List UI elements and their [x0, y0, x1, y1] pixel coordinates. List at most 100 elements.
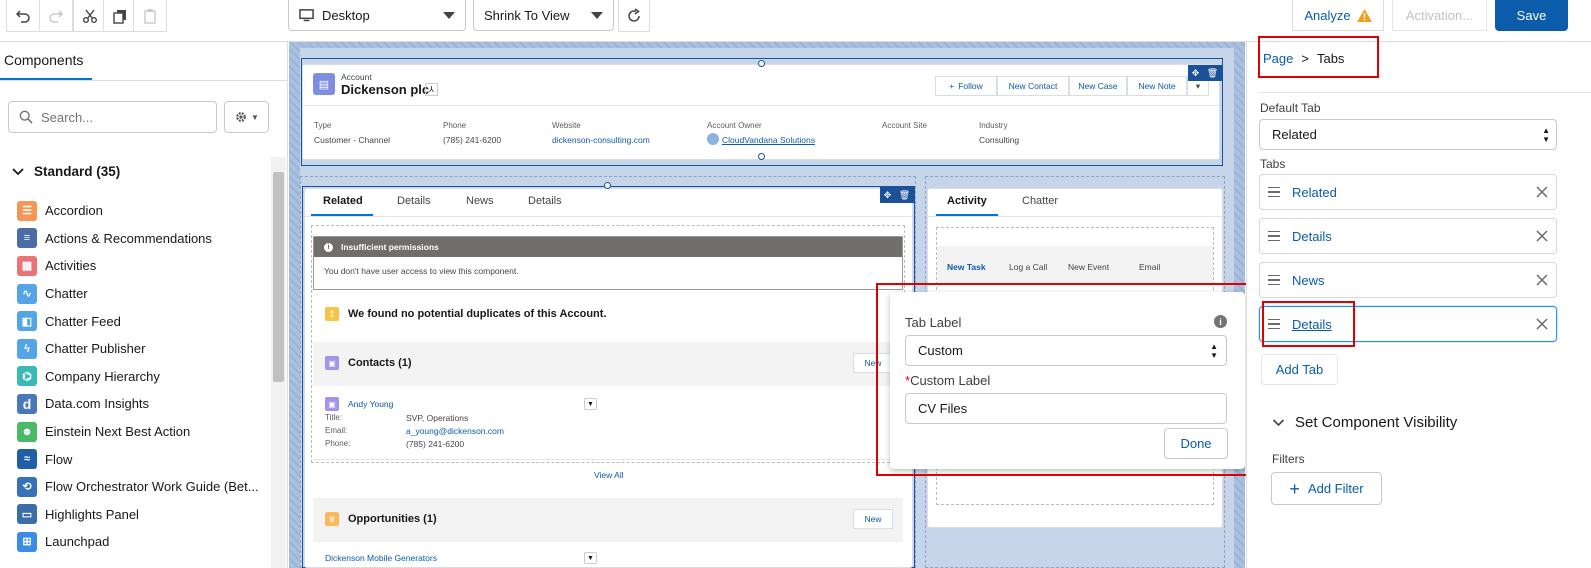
contact-icon: ▣ [325, 356, 339, 370]
tab-row-label: Related [1292, 184, 1337, 200]
drag-handle-icon[interactable] [1268, 275, 1280, 285]
contact-name-link[interactable]: Andy Young [348, 399, 393, 409]
opportunity-link[interactable]: Dickenson Mobile Generators [325, 553, 437, 563]
email-tab[interactable]: Email [1139, 262, 1160, 272]
analyze-button[interactable]: Analyze [1292, 0, 1384, 31]
hierarchy-icon: ⌬ [17, 366, 37, 387]
close-icon[interactable] [1534, 272, 1550, 288]
component-item-flow[interactable]: ≈ Flow [17, 445, 269, 473]
record-type: Account [341, 72, 372, 82]
annotation-highlight [1262, 301, 1355, 347]
close-icon[interactable] [1534, 316, 1550, 332]
component-handle[interactable]: ✥ 🗑 [1188, 65, 1222, 81]
component-item-chatter[interactable]: ∿ Chatter [17, 280, 269, 308]
hierarchy-icon[interactable]: ⅄ [425, 83, 438, 96]
tab-row-news[interactable]: News [1259, 262, 1557, 298]
drag-handle-icon[interactable] [1268, 187, 1280, 197]
component-item-accordion[interactable]: ☰ Accordion [17, 197, 269, 225]
tab-components-label: Components [4, 52, 84, 68]
activation-label: Activation... [1405, 7, 1474, 23]
scrollbar-thumb[interactable] [273, 172, 284, 382]
component-item-einstein-nba[interactable]: ☻ Einstein Next Best Action [17, 418, 269, 446]
account-icon: ▤ [313, 73, 335, 95]
copy-button[interactable] [103, 0, 137, 32]
device-select[interactable]: Desktop [288, 0, 466, 31]
tab-details[interactable]: Details [397, 195, 431, 207]
activation-button[interactable]: Activation... [1392, 0, 1487, 31]
undo-button[interactable] [6, 0, 40, 32]
drag-handle-icon[interactable] [1268, 231, 1280, 241]
tab-components[interactable]: Components [0, 42, 92, 80]
close-icon[interactable] [1534, 228, 1550, 244]
component-item-launchpad[interactable]: ⊞ Launchpad [17, 528, 269, 556]
new-event-tab[interactable]: New Event [1068, 262, 1109, 272]
new-contact-button[interactable]: New Contact [997, 76, 1069, 96]
tab-details-2[interactable]: Details [528, 195, 562, 207]
permission-notice: i Insufficient permissions You don't hav… [313, 236, 903, 290]
tab-news[interactable]: News [466, 195, 494, 207]
opportunity-row-menu[interactable]: ▼ [584, 552, 597, 564]
tab-chatter[interactable]: Chatter [1022, 195, 1058, 207]
zoom-select[interactable]: Shrink To View [473, 0, 614, 31]
opportunities-new-button[interactable]: New [853, 509, 893, 529]
highlights-panel[interactable]: ▤ Account Dickenson plc ⅄ + Follow New Co… [302, 64, 1220, 160]
component-item-datacom-insights[interactable]: d Data.com Insights [17, 390, 269, 418]
visibility-section-toggle[interactable]: Set Component Visibility [1272, 414, 1457, 431]
tabs-component[interactable]: Related Details News Details i Insuffici… [304, 188, 913, 568]
component-item-highlights-panel[interactable]: ▭ Highlights Panel [17, 501, 269, 529]
save-label: Save [1516, 8, 1547, 23]
new-task-tab[interactable]: New Task [947, 262, 986, 272]
redo-button[interactable] [39, 0, 73, 32]
refresh-button[interactable] [618, 0, 650, 32]
components-search-input[interactable]: Search... [8, 101, 217, 133]
resize-handle[interactable] [758, 153, 765, 160]
add-tab-button[interactable]: Add Tab [1261, 354, 1338, 385]
component-item-chatter-feed[interactable]: ◧ Chatter Feed [17, 307, 269, 335]
components-panel: Components Search... ▼ Standard (35) ☰ Ac… [0, 42, 288, 568]
chevron-down-icon: ▼ [587, 554, 594, 562]
component-item-chatter-publisher[interactable]: ϟ Chatter Publisher [17, 335, 269, 363]
paste-button[interactable] [133, 0, 167, 32]
resize-handle[interactable] [604, 182, 611, 189]
save-button[interactable]: Save [1495, 0, 1568, 31]
default-tab-select[interactable]: Related ▲ ▼ [1259, 119, 1557, 150]
plus-icon: + [1289, 478, 1300, 499]
component-item-company-hierarchy[interactable]: ⌬ Company Hierarchy [17, 363, 269, 391]
new-case-button[interactable]: New Case [1069, 76, 1127, 96]
website-link[interactable]: dickenson-consulting.com [552, 135, 650, 145]
tab-related[interactable]: Related [323, 195, 363, 207]
tab-row-details[interactable]: Details [1259, 218, 1557, 254]
contact-email-link[interactable]: a_young@dickenson.com [406, 426, 504, 436]
tab-row-related[interactable]: Related [1259, 174, 1557, 210]
chevron-down-icon: ▼ [251, 112, 259, 122]
feed-icon: ◧ [17, 311, 37, 332]
actions-icon: ≡ [17, 228, 37, 249]
einstein-icon: ☻ [17, 421, 37, 442]
component-handle[interactable]: ✥ 🗑 [880, 187, 914, 203]
component-item-activities[interactable]: ▦ Activities [17, 252, 269, 280]
undo-icon [15, 9, 30, 23]
contact-field-label: Email: [325, 426, 348, 435]
refresh-icon [628, 7, 640, 22]
new-note-button[interactable]: New Note [1127, 76, 1187, 96]
new-label: New [864, 514, 882, 524]
component-item-label: Launchpad [45, 534, 110, 550]
clipboard-icon [144, 8, 156, 24]
info-icon: i [324, 242, 333, 252]
log-call-tab[interactable]: Log a Call [1009, 262, 1047, 272]
component-settings-button[interactable]: ▼ [224, 101, 269, 133]
add-filter-button[interactable]: + Add Filter [1271, 472, 1382, 505]
contact-field-value: (785) 241-6200 [406, 439, 465, 449]
standard-section-toggle[interactable]: Standard (35) [12, 164, 120, 179]
add-filter-label: Add Filter [1307, 481, 1364, 496]
component-item-actions[interactable]: ≡ Actions & Recommendations [17, 225, 269, 253]
cut-button[interactable] [73, 0, 107, 32]
close-icon[interactable] [1534, 184, 1550, 200]
tab-activity[interactable]: Activity [947, 195, 987, 207]
component-item-flow-orchestrator[interactable]: ⟲ Flow Orchestrator Work Guide (Bet... [17, 473, 269, 501]
resize-handle[interactable] [758, 60, 765, 67]
view-all-link[interactable]: View All [594, 470, 624, 480]
contact-row-menu[interactable]: ▼ [584, 398, 597, 410]
follow-button[interactable]: + Follow [935, 76, 997, 96]
owner-link[interactable]: CloudVandana Solutions [722, 135, 815, 145]
